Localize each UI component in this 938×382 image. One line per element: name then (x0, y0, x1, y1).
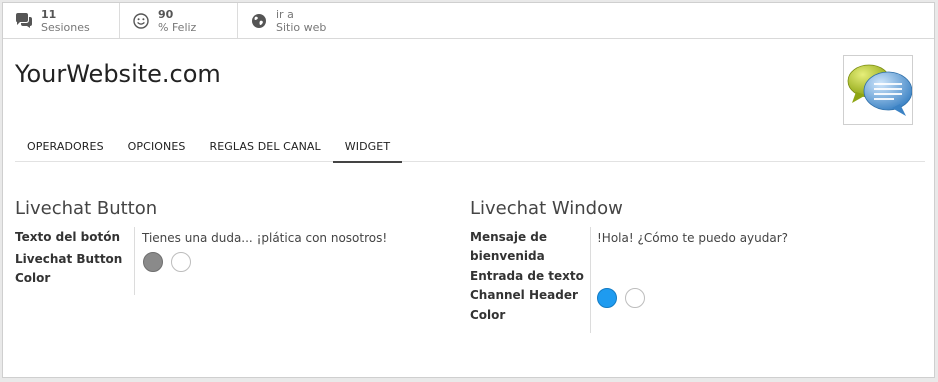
chat-icon (15, 12, 33, 30)
section-title-livechat-button: Livechat Button (15, 198, 158, 219)
button-color-swatch-gray[interactable] (143, 252, 163, 272)
stat-label: Sesiones (41, 20, 90, 34)
tab-reglas-del-canal[interactable]: REGLAS DEL CANAL (198, 134, 333, 161)
stat-website-link[interactable]: ir a Sitio web (238, 3, 356, 38)
settings-tabs: OPERADORES OPCIONES REGLAS DEL CANAL WID… (15, 134, 925, 163)
button-text-value[interactable]: Tienes una duda... ¡plática con nosotros… (142, 231, 387, 245)
stat-value: 11 (41, 7, 57, 21)
welcome-message-label-2: bienvenida (470, 249, 545, 263)
stat-label: Sitio web (276, 20, 327, 34)
header-color-swatch-white[interactable] (625, 288, 645, 308)
tab-operadores[interactable]: OPERADORES (15, 134, 116, 161)
header-color-label-2: Color (470, 308, 506, 322)
stat-value: ir a (276, 7, 294, 21)
welcome-message-label: Mensaje de (470, 230, 548, 244)
header-color-swatch-blue[interactable] (597, 288, 617, 308)
divider (134, 227, 135, 295)
tab-widget[interactable]: WIDGET (332, 134, 403, 163)
globe-icon (250, 12, 268, 30)
section-title-livechat-window: Livechat Window (470, 198, 623, 219)
chat-logo-image (843, 55, 913, 125)
button-text-label: Texto del botón (15, 230, 121, 244)
stat-value: 90 (158, 7, 174, 21)
button-color-label-2: Color (15, 271, 51, 285)
text-input-label: Entrada de texto (470, 269, 584, 283)
header-color-label: Channel Header (470, 288, 578, 302)
button-color-swatch-white[interactable] (171, 252, 191, 272)
smiley-icon (132, 12, 150, 30)
widget-settings-card: 11 Sesiones 90 % Feliz ir a Sitio web Yo… (2, 2, 935, 378)
stat-happy[interactable]: 90 % Feliz (120, 3, 238, 38)
stat-label: % Feliz (158, 20, 197, 34)
divider (590, 227, 591, 333)
page-title: YourWebsite.com (15, 60, 221, 88)
tab-opciones[interactable]: OPCIONES (116, 134, 198, 161)
welcome-message-value[interactable]: !Hola! ¿Cómo te puedo ayudar? (597, 231, 788, 245)
stats-bar: 11 Sesiones 90 % Feliz ir a Sitio web (3, 3, 934, 39)
button-color-label: Livechat Button (15, 252, 123, 266)
stat-sessions[interactable]: 11 Sesiones (3, 3, 120, 38)
